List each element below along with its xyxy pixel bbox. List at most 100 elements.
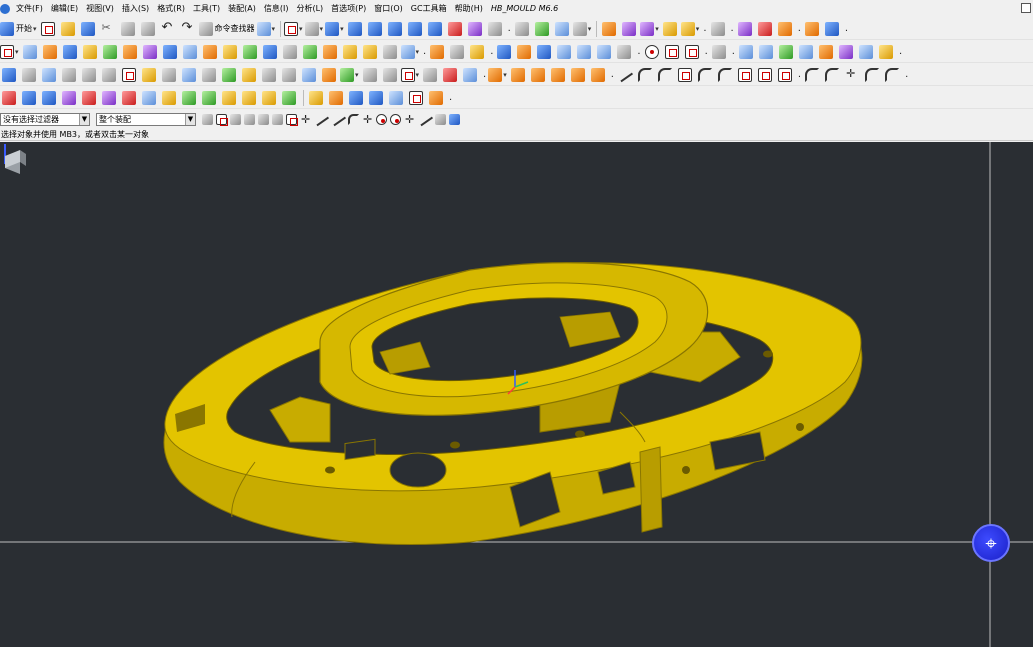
mould-csys-button[interactable] [20, 89, 38, 107]
extract-body-button[interactable] [756, 20, 774, 38]
flag-button[interactable] [260, 66, 278, 84]
unite-button[interactable] [201, 43, 219, 61]
runner-button[interactable] [280, 89, 298, 107]
open-file-button[interactable] [59, 20, 77, 38]
info-button[interactable] [441, 66, 459, 84]
menu-hb-mould[interactable]: HB_MOULD M6.6 [487, 1, 562, 17]
menu-window[interactable]: 窗口(O) [370, 1, 407, 17]
menu-file[interactable]: 文件(F) [12, 1, 47, 17]
surface-c-button[interactable] [575, 43, 593, 61]
snap-body-icon[interactable] [449, 113, 460, 125]
snap-intersection-icon[interactable] [362, 113, 373, 126]
view-bottom-button[interactable] [446, 20, 464, 38]
redo-button[interactable] [179, 20, 197, 38]
curve-a-button[interactable] [737, 43, 755, 61]
sync-replace-button[interactable] [495, 43, 513, 61]
trim-curve-button[interactable] [803, 66, 821, 84]
paste-button[interactable] [139, 20, 157, 38]
menu-insert[interactable]: 插入(S) [118, 1, 153, 17]
menu-gc-toolbox[interactable]: GC工具箱 [407, 1, 451, 17]
curve-b-button[interactable] [757, 43, 775, 61]
slider-button[interactable] [220, 89, 238, 107]
show-hide-button[interactable] [709, 20, 727, 38]
wcs-dynamic-button[interactable]: ▾ [572, 20, 591, 38]
wcs-orient-button[interactable] [553, 20, 571, 38]
view-top-button[interactable] [386, 20, 404, 38]
wcs-button[interactable] [533, 20, 551, 38]
select-mode-icon[interactable] [216, 113, 228, 126]
layout-button[interactable] [80, 89, 98, 107]
view-front-button[interactable] [366, 20, 384, 38]
curve-g-button[interactable] [857, 43, 875, 61]
curve-c-button[interactable] [777, 43, 795, 61]
subinsert-button[interactable] [240, 89, 258, 107]
slot-button[interactable] [161, 43, 179, 61]
curve-h-button[interactable] [877, 43, 895, 61]
drawing-button[interactable] [407, 89, 425, 107]
patch-button[interactable] [120, 89, 138, 107]
workpiece-button[interactable] [60, 89, 78, 107]
snap-quadrant-icon[interactable] [390, 113, 401, 125]
extend-curve-button[interactable] [823, 66, 841, 84]
menu-analysis[interactable]: 分析(L) [292, 1, 327, 17]
menu-preferences[interactable]: 首选项(P) [327, 1, 370, 17]
curve-e-button[interactable] [817, 43, 835, 61]
spring-button[interactable] [320, 66, 338, 84]
menu-tools[interactable]: 工具(T) [189, 1, 224, 17]
analysis-button[interactable] [710, 43, 728, 61]
bom-button[interactable] [387, 89, 405, 107]
boss-button[interactable] [101, 43, 119, 61]
cut-button[interactable] [99, 20, 117, 38]
grid-button[interactable] [280, 66, 298, 84]
snap-end-button[interactable] [620, 20, 638, 38]
subtract-button[interactable] [221, 43, 239, 61]
select-face-icon[interactable] [258, 113, 269, 125]
pattern-button[interactable] [428, 43, 446, 61]
electrode-button[interactable] [327, 89, 345, 107]
save-button[interactable] [79, 20, 97, 38]
unsuppress-button[interactable] [80, 66, 98, 84]
reorder-button[interactable] [40, 66, 58, 84]
view-section-button[interactable] [486, 20, 504, 38]
snap-point-button[interactable] [600, 20, 618, 38]
surface-d-button[interactable] [595, 43, 613, 61]
mould-tool-button[interactable] [776, 20, 794, 38]
layer-settings-button[interactable] [513, 20, 531, 38]
bridge-curve-button[interactable] [716, 66, 734, 84]
cooling-button[interactable] [307, 89, 325, 107]
trim-body-button[interactable] [261, 43, 279, 61]
shell-button[interactable] [341, 43, 359, 61]
wave-link-button[interactable] [736, 20, 754, 38]
edge-blend-button[interactable] [301, 43, 319, 61]
join-curve-button[interactable] [843, 66, 861, 84]
snap-control-icon[interactable] [348, 113, 359, 125]
chamfer-button[interactable] [321, 43, 339, 61]
graphics-window[interactable]: ⌖ [0, 142, 1033, 647]
measure-angle-button[interactable]: ▾ [680, 20, 699, 38]
stretch-button[interactable] [200, 66, 218, 84]
window-restore-button[interactable] [1021, 3, 1031, 13]
datum-plane-button[interactable] [21, 43, 39, 61]
pocket-mould-button[interactable] [367, 89, 385, 107]
project-curve-button[interactable] [736, 66, 754, 84]
menu-information[interactable]: 信息(I) [260, 1, 293, 17]
move-object-button[interactable] [220, 66, 238, 84]
split-curve-button[interactable] [883, 66, 901, 84]
attributes-button[interactable] [361, 66, 379, 84]
shrinkage-button[interactable] [40, 89, 58, 107]
snap-endpoint-icon[interactable] [312, 111, 330, 127]
mold-a-button[interactable]: ▾ [488, 66, 507, 84]
measure-distance-button[interactable] [661, 20, 679, 38]
mould-init-button[interactable] [0, 89, 18, 107]
split-body-button[interactable] [281, 43, 299, 61]
mirror-button[interactable] [448, 43, 466, 61]
snap-midpoint-icon[interactable] [329, 111, 347, 127]
curve-d-button[interactable] [797, 43, 815, 61]
edit-x-button[interactable] [120, 66, 138, 84]
trim-mould-button[interactable] [347, 89, 365, 107]
navigation-crosshair-icon[interactable]: ⌖ [972, 524, 1010, 562]
snap-mid-button[interactable]: ▾ [640, 20, 659, 38]
catalog-button[interactable] [300, 66, 318, 84]
move-face-button[interactable] [468, 43, 486, 61]
hole-table-button[interactable] [427, 89, 445, 107]
